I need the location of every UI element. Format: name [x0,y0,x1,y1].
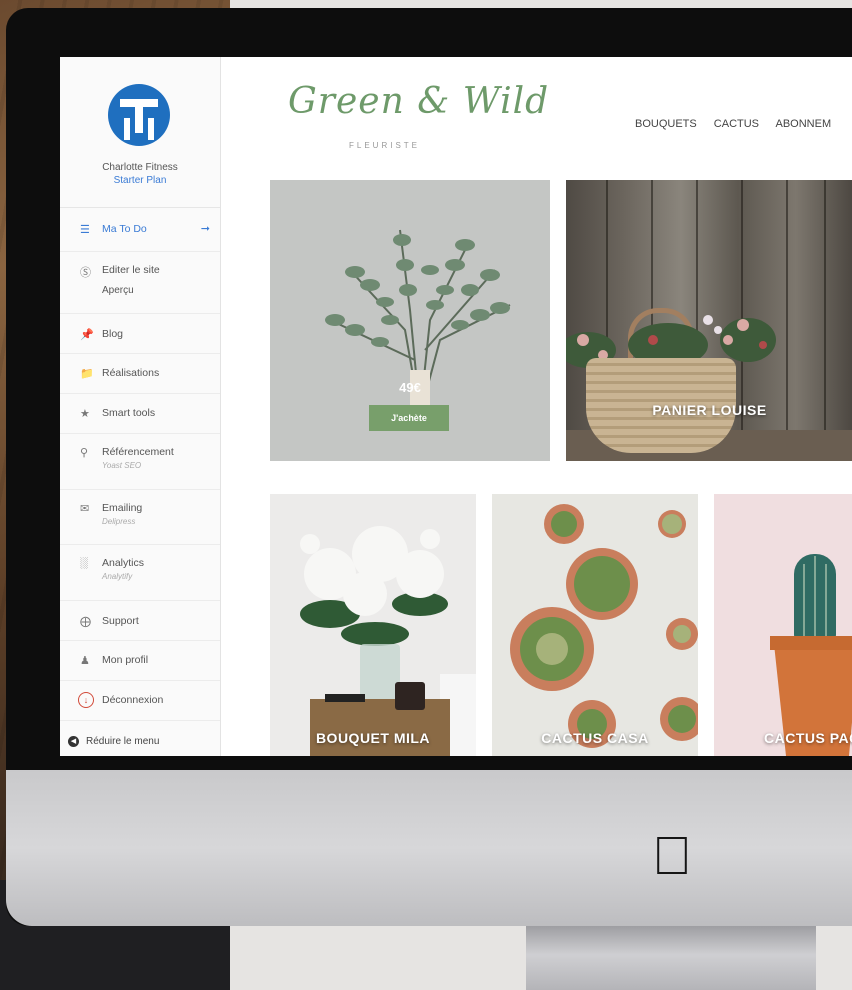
sidebar-item-label: Blog [102,328,124,340]
sidebar-item-sublabel: Analytify [102,572,133,581]
sidebar-item-sublabel[interactable]: Aperçu [102,285,220,296]
profile-plan[interactable]: Starter Plan [60,175,220,186]
lifebuoy-icon: ⨁ [80,616,91,628]
sidebar-item-realisations[interactable]: 📁 Réalisations [60,354,220,394]
profile-block: Charlotte Fitness Starter Plan [60,57,220,208]
mail-icon: ✉ [80,503,90,515]
sidebar-item-analytics[interactable]: ░ Analytics Analytify [60,545,220,601]
sidebar-item-label: Editer le site [102,264,160,276]
sidebar-item-seo[interactable]: ⚲ Référencement Yoast SEO [60,434,220,490]
arrow-right-icon: ➞ [200,223,210,235]
sidebar-item-label: Référencement [102,446,174,458]
chevron-left-icon: ◀ [68,736,79,747]
star-icon: ★ [80,408,90,420]
user-icon: ♟ [80,655,90,667]
product-label: PANIER LOUISE [652,402,767,418]
nav-bouquets[interactable]: BOUQUETS [635,118,697,130]
power-icon: ↓ [78,692,94,708]
sidebar-item-support[interactable]: ⨁ Support [60,601,220,641]
search-icon: ⚲ [80,447,89,459]
sidebar-item-sublabel: Delipress [102,517,136,526]
wordpress-icon: Ⓢ [80,267,91,279]
product-card-panier-louise[interactable]: PANIER LOUISE [566,180,852,461]
product-card-bouquet-mila[interactable]: BOUQUET MILA [270,494,476,756]
site-logo[interactable]: Green & Wild [288,81,549,122]
product-card-cactus-pac[interactable]: CACTUS PAC [714,494,852,756]
sidebar-item-todo[interactable]: ☰ Ma To Do ➞ [60,208,220,252]
sidebar-item-label: Analytics [102,557,145,569]
sidebar-item-sublabel: Yoast SEO [102,461,142,470]
buy-button[interactable]: J'achète [369,405,449,431]
product-label: BOUQUET MILA [315,730,431,746]
imac-chin [6,770,852,926]
screen: Charlotte Fitness Starter Plan ☰ Ma To D… [60,57,852,756]
sidebar-item-label: Ma To Do [102,223,147,235]
product-label: CACTUS PAC [764,730,852,746]
list-icon: ☰ [80,224,90,236]
folder-icon: 📁 [80,368,94,380]
bouquet-image [300,526,476,756]
sidebar-item-label: Emailing [102,502,143,514]
sidebar-item-label: Smart tools [102,407,156,419]
cactus-image [770,554,852,756]
sidebar-item-logout[interactable]: ↓ Déconnexion [60,681,220,721]
succulents-image [510,504,698,748]
sidebar-item-emailing[interactable]: ✉ Emailing Delipress [60,490,220,545]
product-card-eucalyptus[interactable]: 49€ J'achète [270,180,550,461]
site-logo-subtitle: FLEURISTE [349,141,421,150]
sidebar-item-label: Déconnexion [102,694,164,706]
sidebar-item-label: Réalisations [102,367,160,379]
sidebar-item-edit-site[interactable]: Ⓢ Editer le site Aperçu [60,252,220,314]
wood-plank-line [786,180,788,430]
pin-icon: 📌 [80,329,94,341]
sidebar-item-label: Mon profil [102,654,149,666]
apple-logo-icon:  [647,826,697,886]
product-label: CACTUS CASA [541,730,649,746]
sidebar-item-smart-tools[interactable]: ★ Smart tools [60,394,220,434]
nav-abonnement[interactable]: ABONNEM [775,118,831,130]
sidebar-item-label: Support [102,615,139,627]
collapse-menu-button[interactable]: ◀ Réduire le menu [60,728,220,756]
sidebar-item-profile[interactable]: ♟ Mon profil [60,641,220,681]
avatar[interactable] [108,84,170,146]
profile-name: Charlotte Fitness [102,162,178,173]
product-card-cactus-casa[interactable]: CACTUS CASA [492,494,698,756]
sidebar-item-blog[interactable]: 📌 Blog [60,314,220,354]
admin-sidebar: Charlotte Fitness Starter Plan ☰ Ma To D… [60,57,221,756]
chart-icon: ░ [80,557,88,569]
website-preview: Green & Wild FLEURISTE BOUQUETS CACTUS A… [221,57,852,756]
wood-plank-line [824,180,826,430]
nav-cactus[interactable]: CACTUS [714,118,759,130]
collapse-menu-label: Réduire le menu [86,736,160,747]
imac-stand [526,926,816,990]
product-price: 49€ [399,380,421,395]
site-top-nav: BOUQUETS CACTUS ABONNEM [635,118,845,130]
